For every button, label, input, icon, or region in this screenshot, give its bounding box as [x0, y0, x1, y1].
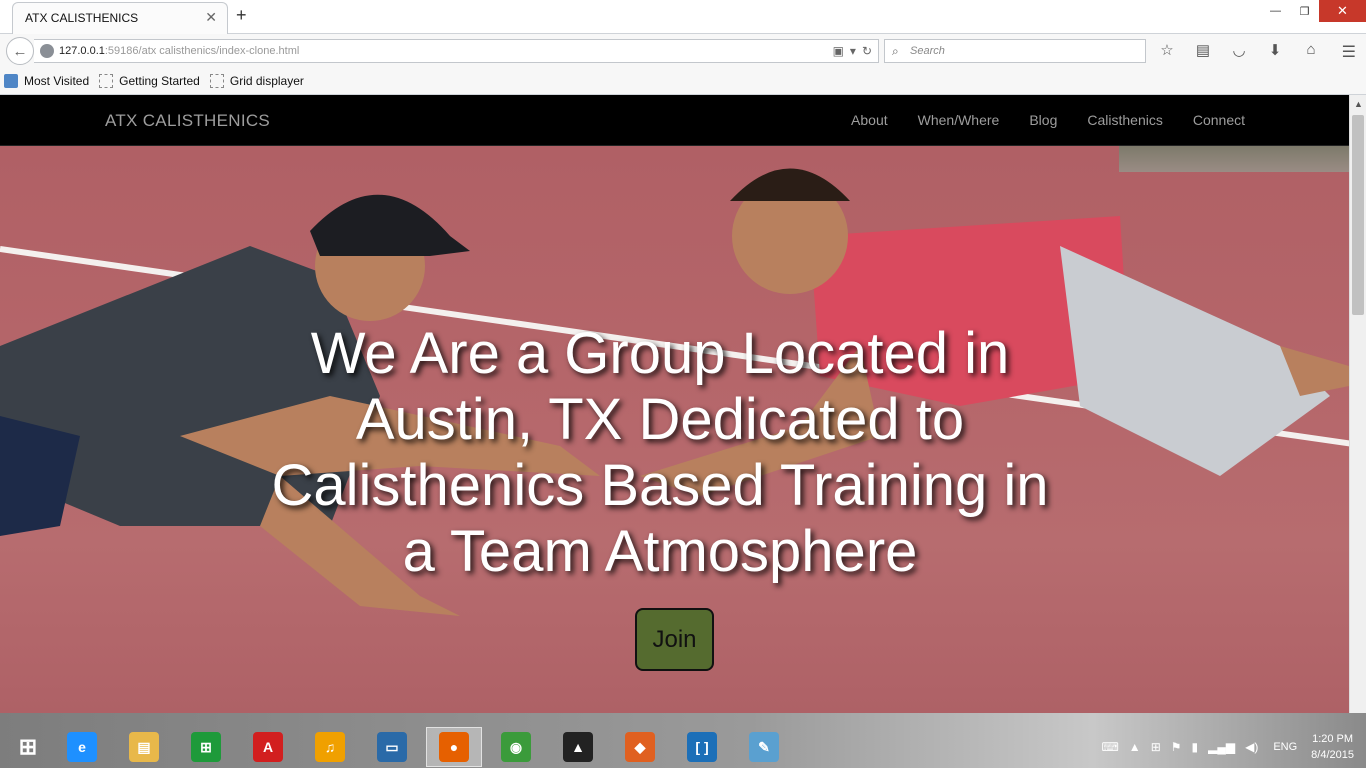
browser-tab[interactable]: ATX CALISTHENICS ✕: [12, 2, 228, 34]
store-icon: ⊞: [191, 732, 221, 762]
windows-flag-icon[interactable]: ⊞: [1151, 740, 1161, 754]
search-icon: ⌕: [892, 44, 899, 58]
paint-icon: ✎: [749, 732, 779, 762]
inkscape-icon: ▲: [563, 732, 593, 762]
browser-navbar: ← 127.0.0.1:59186/atx calisthenics/index…: [0, 34, 1366, 68]
hero-headline: We Are a Group Located in Austin, TX Ded…: [271, 321, 1049, 584]
system-tray: ⌨ ▲ ⊞ ⚑ ▮ ▂▄▆ ◀) ENG 1:20 PM 8/4/2015: [1096, 727, 1366, 767]
hamburger-menu-icon[interactable]: ☰: [1342, 42, 1356, 62]
bookmark-star-icon[interactable]: ☆: [1156, 41, 1178, 59]
taskbar-app-headphones[interactable]: ♫: [302, 727, 358, 767]
clock-date: 8/4/2015: [1311, 749, 1354, 761]
firefox-icon: ●: [439, 732, 469, 762]
scrollbar-thumb[interactable]: [1352, 115, 1364, 315]
system-clock[interactable]: 1:20 PM 8/4/2015: [1311, 731, 1354, 763]
brackets-icon: [ ]: [687, 732, 717, 762]
taskbar-app-paint[interactable]: ✎: [736, 727, 792, 767]
bookmarks-toolbar: Most Visited Getting Started Grid displa…: [0, 68, 1366, 95]
page-icon: [209, 74, 224, 88]
window-controls: — ❐ ✕: [1261, 0, 1366, 22]
most-visited-icon: [4, 74, 18, 88]
site-navbar: ATX CALISTHENICS About When/Where Blog C…: [0, 95, 1349, 146]
globe-icon: [40, 44, 54, 58]
nav-connect[interactable]: Connect: [1193, 112, 1245, 128]
taskbar-app-internet-explorer[interactable]: e: [54, 727, 110, 767]
action-center-flag-icon[interactable]: ⚑: [1171, 740, 1182, 754]
taskbar-app-inkscape[interactable]: ▲: [550, 727, 606, 767]
matlab-icon: ◆: [625, 732, 655, 762]
reader-view-icon[interactable]: ▣: [833, 44, 844, 58]
taskbar-app-brackets[interactable]: [ ]: [674, 727, 730, 767]
search-placeholder: Search: [910, 45, 945, 57]
download-icon[interactable]: ⬇: [1264, 41, 1286, 59]
bookmark-grid-displayer[interactable]: Grid displayer: [209, 74, 304, 88]
keyboard-icon[interactable]: ⌨: [1101, 740, 1118, 754]
windows-taskbar: ⊞ e ▤ ⊞ A ♫ ▭ ● ◉ ▲ ◆ [ ] ✎ ⌨ ▲ ⊞ ⚑ ▮ ▂▄▆ ◀) ENG 1:2…: [0, 713, 1366, 768]
url-text[interactable]: 127.0.0.1:59186/atx calisthenics/index-c…: [59, 45, 299, 57]
volume-icon[interactable]: ◀): [1245, 740, 1258, 754]
tab-strip: ATX CALISTHENICS ✕ + — ❐ ✕: [0, 0, 1366, 34]
site-brand[interactable]: ATX CALISTHENICS: [105, 111, 270, 131]
tab-title: ATX CALISTHENICS: [25, 11, 139, 25]
chrome-icon: ◉: [501, 732, 531, 762]
bookmark-most-visited[interactable]: Most Visited: [4, 74, 89, 88]
network-signal-icon[interactable]: ▂▄▆: [1208, 740, 1235, 754]
tab-close-icon[interactable]: ✕: [205, 9, 217, 26]
nav-blog[interactable]: Blog: [1029, 112, 1057, 128]
nav-about[interactable]: About: [851, 112, 888, 128]
search-bar[interactable]: ⌕ Search: [884, 39, 1146, 63]
pocket-icon[interactable]: ◡: [1228, 41, 1250, 59]
language-indicator[interactable]: ENG: [1273, 741, 1297, 753]
home-icon[interactable]: ⌂: [1300, 41, 1322, 59]
scroll-up-arrow-icon[interactable]: ▲: [1350, 95, 1366, 112]
restore-button[interactable]: ❐: [1290, 0, 1319, 22]
close-window-button[interactable]: ✕: [1319, 0, 1366, 22]
taskbar-app-chrome[interactable]: ◉: [488, 727, 544, 767]
taskbar-app-store[interactable]: ⊞: [178, 727, 234, 767]
battery-icon[interactable]: ▮: [1192, 740, 1199, 754]
site-nav-links: About When/Where Blog Calisthenics Conne…: [851, 112, 1245, 128]
hero-section: We Are a Group Located in Austin, TX Ded…: [0, 146, 1349, 713]
taskbar-app-adobe[interactable]: A: [240, 727, 296, 767]
back-arrow-icon[interactable]: ←: [6, 37, 34, 65]
join-button[interactable]: Join: [635, 608, 714, 671]
adobe-icon: A: [253, 732, 283, 762]
headphones-icon: ♫: [315, 732, 345, 762]
lenovo-icon: ▭: [377, 732, 407, 762]
taskbar-app-lenovo[interactable]: ▭: [364, 727, 420, 767]
bookmarks-menu-icon[interactable]: ▤: [1192, 41, 1214, 59]
minimize-button[interactable]: —: [1261, 0, 1290, 22]
dropdown-arrow-icon[interactable]: ▾: [850, 44, 856, 58]
file-explorer-icon: ▤: [129, 732, 159, 762]
new-tab-button[interactable]: +: [236, 5, 247, 26]
taskbar-app-matlab[interactable]: ◆: [612, 727, 668, 767]
show-hidden-icons-icon[interactable]: ▲: [1129, 740, 1141, 754]
windows-logo-icon: ⊞: [18, 734, 38, 759]
url-bar[interactable]: 127.0.0.1:59186/atx calisthenics/index-c…: [34, 39, 879, 63]
page-scrollbar[interactable]: ▲ ▼: [1349, 95, 1366, 729]
taskbar-app-firefox[interactable]: ●: [426, 727, 482, 767]
start-button[interactable]: ⊞: [0, 727, 56, 767]
internet-explorer-icon: e: [67, 732, 97, 762]
taskbar-app-file-explorer[interactable]: ▤: [116, 727, 172, 767]
reload-icon[interactable]: ↻: [862, 44, 872, 58]
nav-calisthenics[interactable]: Calisthenics: [1087, 112, 1162, 128]
page-viewport: ATX CALISTHENICS About When/Where Blog C…: [0, 95, 1349, 713]
bookmark-getting-started[interactable]: Getting Started: [99, 74, 200, 88]
page-icon: [99, 74, 114, 88]
nav-when-where[interactable]: When/Where: [918, 112, 1000, 128]
clock-time: 1:20 PM: [1312, 733, 1354, 745]
